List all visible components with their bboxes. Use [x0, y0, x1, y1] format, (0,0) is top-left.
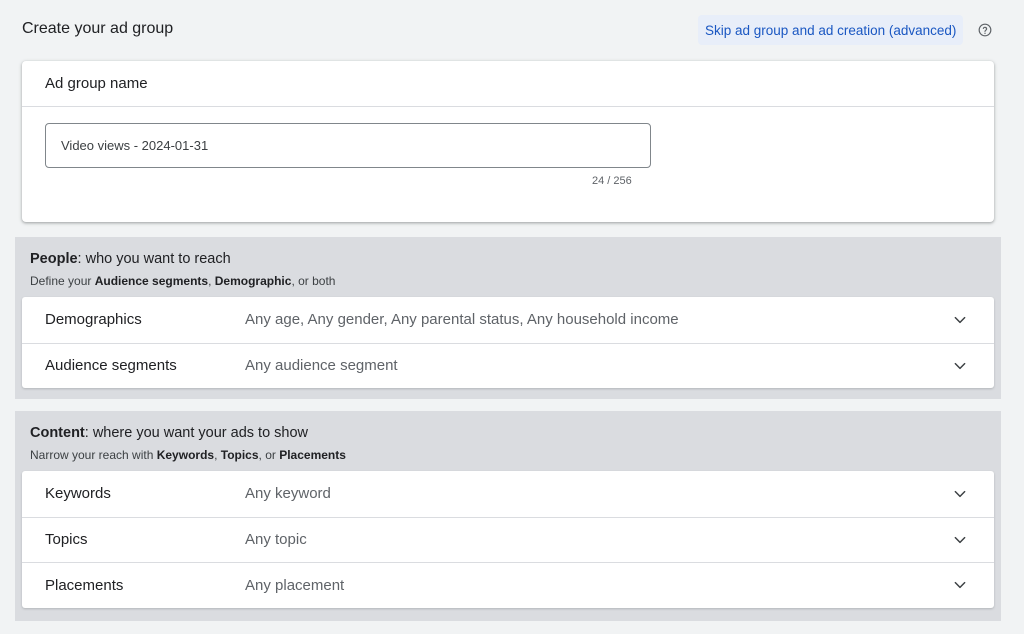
content-sub-topics: Topics — [220, 448, 259, 462]
audience-segments-row[interactable]: Audience segments Any audience segment — [22, 342, 994, 389]
row-label: Audience segments — [45, 357, 177, 375]
content-sub-placements: Placements — [279, 448, 346, 462]
people-subheading: Define your Audience segments, Demograph… — [30, 274, 335, 288]
content-section: Content: where you want your ads to show… — [15, 411, 1001, 621]
ad-group-name-card: Ad group name 24 / 256 — [22, 61, 994, 222]
row-value: Any topic — [245, 531, 307, 549]
chevron-down-icon — [954, 490, 966, 497]
row-value: Any audience segment — [245, 357, 398, 375]
char-counter: 24 / 256 — [592, 175, 632, 187]
content-sub-keywords: Keywords — [156, 448, 215, 462]
skip-ad-group-link-label: Skip ad group and ad creation (advanced) — [705, 22, 957, 38]
ad-group-name-label: Ad group name — [22, 61, 994, 107]
row-label: Keywords — [45, 485, 111, 503]
chevron-down-icon — [954, 362, 966, 369]
row-value: Any age, Any gender, Any parental status… — [245, 311, 679, 329]
row-label: Demographics — [45, 311, 142, 329]
ad-group-name-input[interactable] — [45, 123, 651, 168]
people-heading-rest: : who you want to reach — [77, 251, 231, 267]
people-heading: People: who you want to reach — [30, 251, 231, 267]
people-heading-bold: People — [30, 251, 78, 267]
people-sub-suffix: , or both — [291, 274, 336, 288]
row-label: Placements — [45, 576, 124, 594]
row-value: Any keyword — [245, 485, 331, 503]
page-title: Create your ad group — [22, 20, 174, 37]
chevron-down-icon — [954, 316, 966, 323]
people-sub-audience: Audience segments — [94, 274, 209, 288]
row-value: Any placement — [245, 576, 345, 594]
content-heading-rest: : where you want your ads to show — [84, 425, 309, 441]
people-rows: Demographics Any age, Any gender, Any pa… — [22, 297, 994, 388]
keywords-row[interactable]: Keywords Any keyword — [22, 471, 994, 517]
people-section: People: who you want to reach Define you… — [15, 237, 1001, 399]
content-subheading: Narrow your reach with Keywords, Topics,… — [30, 448, 346, 462]
chevron-down-icon — [954, 536, 966, 543]
content-sub-mid1: , — [214, 448, 221, 462]
people-sub-prefix: Define your — [30, 274, 95, 288]
help-circle-icon[interactable] — [977, 22, 993, 38]
row-label: Topics — [45, 531, 88, 549]
content-rows: Keywords Any keyword Topics Any topic Pl… — [22, 471, 994, 608]
demographics-row[interactable]: Demographics Any age, Any gender, Any pa… — [22, 297, 994, 343]
content-sub-mid2: , or — [258, 448, 280, 462]
people-sub-mid: , — [208, 274, 215, 288]
skip-ad-group-link[interactable]: Skip ad group and ad creation (advanced) — [698, 15, 964, 45]
content-heading-bold: Content — [30, 425, 85, 441]
content-sub-prefix: Narrow your reach with — [30, 448, 157, 462]
people-sub-demographic: Demographic — [214, 274, 292, 288]
chevron-down-icon — [954, 582, 966, 589]
topics-row[interactable]: Topics Any topic — [22, 516, 994, 563]
content-heading: Content: where you want your ads to show — [30, 425, 308, 441]
page: Create your ad group Skip ad group and a… — [0, 0, 1024, 634]
placements-row[interactable]: Placements Any placement — [22, 562, 994, 608]
